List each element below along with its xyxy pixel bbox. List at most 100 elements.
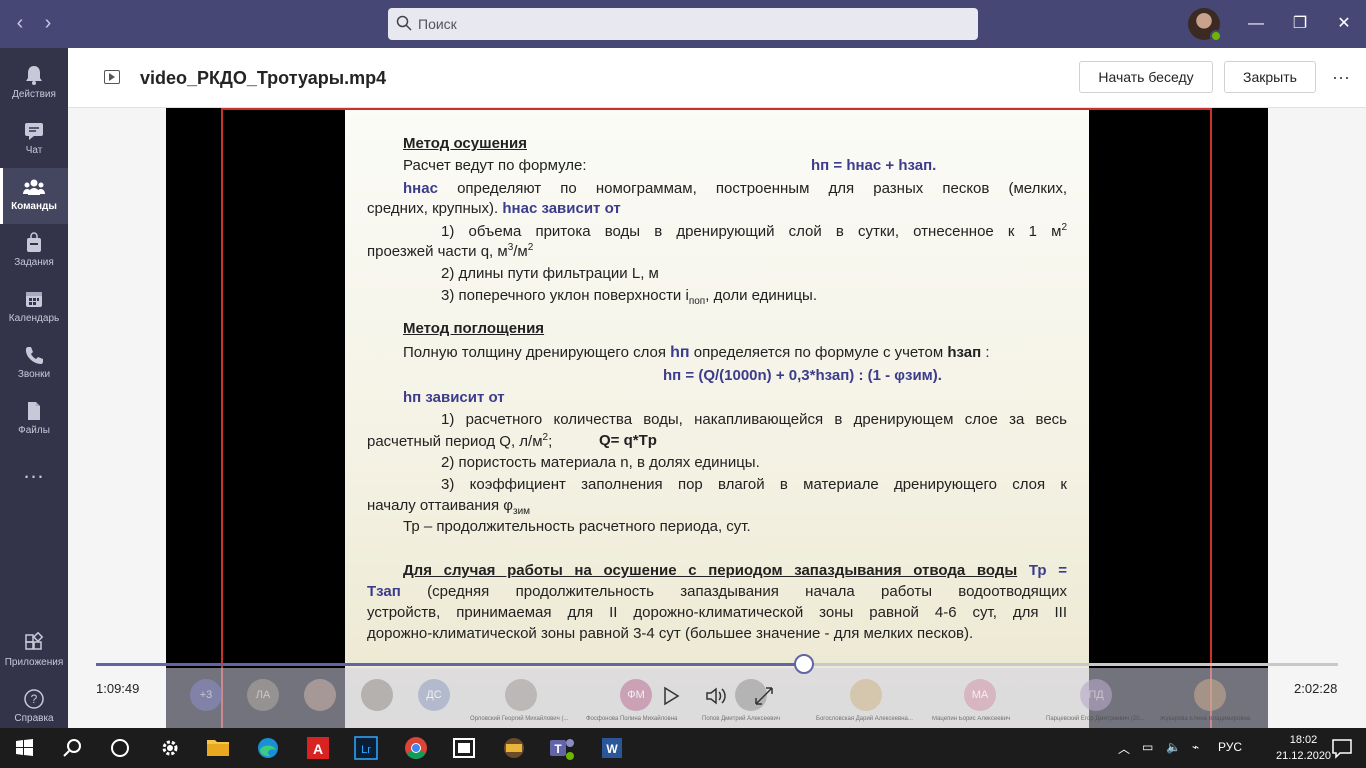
rail-label: Справка	[14, 713, 54, 724]
forward-button[interactable]: ›	[36, 12, 60, 35]
slide-heading-drying: Метод осушения	[403, 135, 527, 152]
slide-line: Тзап (средняя продолжительность запаздыв…	[367, 583, 1067, 600]
slide-term: Тзап	[367, 583, 401, 600]
slide-text: Полную толщину дренирующего слоя	[403, 344, 666, 361]
slide-term: hнас зависит от	[502, 200, 621, 217]
slide-line: 1) объема притока воды в дренирующий сло…	[367, 222, 1067, 240]
presentation-slide: Метод осушения Расчет ведут по формуле: …	[345, 110, 1089, 728]
participant-avatar	[505, 679, 537, 711]
archiver-icon[interactable]	[494, 732, 534, 764]
rail-label: Приложения	[4, 657, 64, 668]
search-icon[interactable]	[52, 732, 92, 764]
slide-text: :	[985, 344, 990, 361]
video-player[interactable]: Метод осушения Расчет ведут по формуле: …	[166, 108, 1268, 728]
slide-text: проезжей части q, м	[367, 243, 508, 260]
participant-name: Орловский Георгий Михайлович (...	[470, 716, 569, 722]
slide-line: 2) пористость материала n, в долях едини…	[441, 454, 760, 471]
maximize-button[interactable]: ❐	[1288, 12, 1312, 36]
app-bar: Действия Чат Команды Задания Календарь З…	[0, 48, 68, 728]
rail-item-apps[interactable]: Приложения	[0, 624, 68, 680]
slide-text: определяется по формуле с учетом	[693, 344, 944, 361]
fullscreen-icon[interactable]	[752, 684, 776, 708]
rail-item-chat[interactable]: Чат	[0, 112, 68, 168]
slide-text: определяют по номограммам, построенным д…	[457, 180, 1068, 197]
rail-label: Файлы	[18, 425, 50, 436]
chrome-icon[interactable]	[396, 732, 436, 764]
slide-line: устройств, принимаемая для II дорожно-кл…	[367, 604, 1067, 621]
profile-avatar[interactable]	[1188, 8, 1222, 42]
participant-avatar: ЛА	[247, 679, 279, 711]
close-window-button[interactable]: ✕	[1332, 12, 1356, 36]
rail-item-more[interactable]: …	[0, 448, 68, 504]
total-time: 2:02:28	[1294, 681, 1338, 696]
minimize-button[interactable]: —	[1244, 12, 1268, 36]
search-bar[interactable]: Поиск	[388, 8, 978, 40]
media-player-icon[interactable]	[444, 732, 484, 764]
file-explorer-icon[interactable]	[198, 732, 238, 764]
battery-icon[interactable]: ▭	[1142, 740, 1153, 754]
seek-handle[interactable]	[793, 654, 814, 674]
search-icon	[396, 15, 412, 31]
rail-label: Команды	[11, 201, 57, 212]
seek-bar[interactable]	[96, 654, 1338, 674]
volume-tray-icon[interactable]: 🔈	[1166, 740, 1181, 754]
apps-icon	[25, 632, 44, 650]
rail-item-activity[interactable]: Действия	[0, 56, 68, 112]
close-button[interactable]: Закрыть	[1224, 61, 1316, 93]
participant-name: Богословская Дарий Алексеевна...	[816, 716, 913, 722]
rail-item-assignments[interactable]: Задания	[0, 224, 68, 280]
slide-line: 2) длины пути фильтрации L, м	[441, 265, 659, 282]
slide-line: дорожно-климатической зоны равной 3-4 су…	[367, 625, 974, 642]
rail-item-calendar[interactable]: Календарь	[0, 280, 68, 336]
teams-icon	[23, 179, 45, 195]
slide-text: (средняя продолжительность запаздывания …	[427, 583, 1068, 600]
help-icon: ?	[24, 689, 44, 709]
slide-sub: зим	[513, 506, 531, 517]
rail-item-files[interactable]: Файлы	[0, 392, 68, 448]
rail-item-calls[interactable]: Звонки	[0, 336, 68, 392]
word-icon[interactable]: W	[592, 732, 632, 764]
rail-label: Задания	[14, 257, 54, 268]
rail-label: Действия	[12, 89, 56, 100]
slide-formula: Q= q*Tр	[599, 432, 657, 449]
slide-sup: 2	[527, 242, 534, 253]
acrobat-icon[interactable]: A	[298, 732, 338, 764]
video-file-icon	[104, 70, 120, 84]
start-icon[interactable]	[4, 732, 44, 764]
volume-icon[interactable]	[704, 684, 728, 708]
back-button[interactable]: ‹	[8, 12, 32, 35]
tray-chevron-icon[interactable]: ︿	[1118, 740, 1130, 757]
slide-line: Для случая работы на осушение с периодом…	[367, 562, 1067, 579]
network-icon[interactable]: ⌁	[1192, 740, 1199, 754]
participant-avatar	[361, 679, 393, 711]
slide-line: 3) коэффициент заполнения пор влагой в м…	[367, 476, 1067, 493]
teams-taskbar-icon[interactable]: T	[542, 732, 582, 764]
slide-heading-delay: Для случая работы на осушение с периодом…	[403, 562, 1018, 579]
participant-avatar	[850, 679, 882, 711]
slide-text: расчетный период Q, л/м	[367, 433, 543, 450]
start-chat-button[interactable]: Начать беседу	[1079, 61, 1213, 93]
file-title: video_РКДО_Тротуары.mp4	[140, 68, 387, 88]
status-available-icon	[1210, 30, 1222, 42]
edge-icon[interactable]	[248, 732, 288, 764]
cortana-icon[interactable]	[100, 732, 140, 764]
participant-overflow[interactable]: +3	[190, 679, 222, 711]
slide-text: средних, крупных).	[367, 200, 499, 217]
rail-item-teams[interactable]: Команды	[0, 168, 68, 224]
slide-line: Расчет ведут по формуле:	[403, 157, 587, 174]
slide-text: 1) объема притока воды в дренирующий сло…	[441, 223, 1062, 240]
slide-formula: hп = (Q/(1000n) + 0,3*hзап) : (1 - φзим)…	[663, 367, 942, 384]
lightroom-icon[interactable]: Lr	[346, 732, 386, 764]
participant-avatar: ФМ	[620, 679, 652, 711]
participant-name: Попов Дмитрий Алексеевич	[702, 716, 780, 722]
play-icon[interactable]	[658, 684, 682, 708]
language-indicator[interactable]: РУС	[1218, 740, 1242, 754]
rail-label: Чат	[25, 145, 43, 156]
slide-line: началу оттаивания φзим	[367, 497, 530, 517]
more-options-icon[interactable]: ···	[1326, 62, 1356, 92]
notifications-icon[interactable]	[1322, 732, 1362, 764]
slide-term: hзап	[947, 344, 982, 361]
settings-icon[interactable]	[150, 732, 190, 764]
slide-line: Тр – продолжительность расчетного период…	[403, 518, 751, 535]
slide-text: /м	[513, 243, 528, 260]
